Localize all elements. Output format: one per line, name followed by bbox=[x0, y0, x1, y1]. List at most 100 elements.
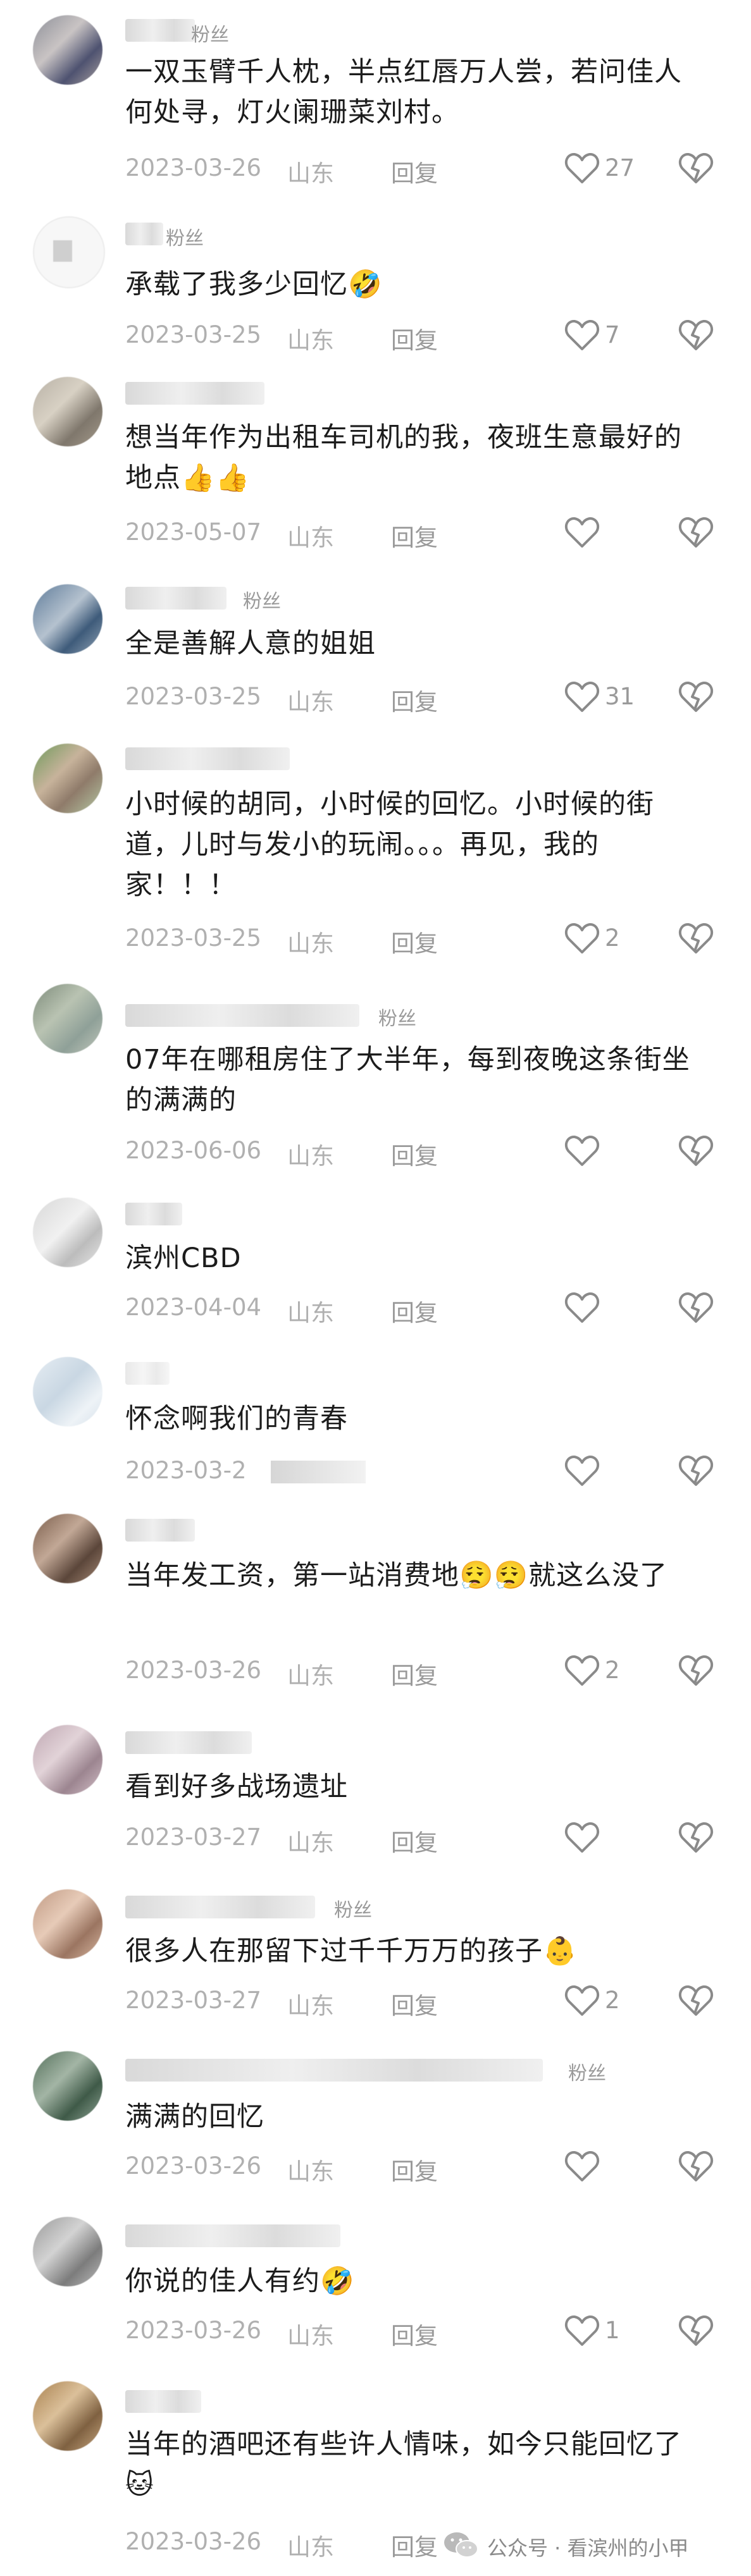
heart-outline-icon[interactable] bbox=[564, 516, 600, 549]
comment-text: 想当年作为出租车司机的我，夜班生意最好的地点👍👍 bbox=[125, 422, 682, 494]
avatar[interactable] bbox=[33, 216, 105, 288]
comment-text: 一双玉臂千人枕，半点红唇万人尝，若问佳人何处寻，灯火阑珊菜刘村。 bbox=[125, 56, 682, 128]
comment-location: 山东 bbox=[287, 2322, 334, 2350]
reply-button[interactable]: 回复 bbox=[391, 154, 438, 188]
reply-button[interactable]: 回复 bbox=[391, 2317, 438, 2351]
avatar[interactable] bbox=[33, 744, 102, 813]
username-blurred[interactable] bbox=[125, 587, 227, 610]
avatar[interactable] bbox=[33, 1889, 102, 1959]
username-blurred[interactable] bbox=[125, 1896, 315, 1918]
comment-date: 2023-03-25 bbox=[125, 683, 262, 710]
broken-heart-icon[interactable] bbox=[678, 1291, 714, 1324]
heart-outline-icon[interactable] bbox=[564, 1821, 600, 1854]
reply-button[interactable]: 回复 bbox=[391, 2528, 438, 2562]
blurred-overlay bbox=[271, 1461, 366, 1483]
broken-heart-icon[interactable] bbox=[678, 319, 714, 352]
heart-outline-icon[interactable] bbox=[564, 2314, 600, 2347]
reply-button[interactable]: 回复 bbox=[391, 2152, 438, 2187]
comment-location: 山东 bbox=[287, 2158, 334, 2185]
heart-outline-icon[interactable] bbox=[564, 1454, 600, 1487]
heart-outline-icon[interactable] bbox=[564, 1291, 600, 1324]
comment-date: 2023-03-26 bbox=[125, 154, 262, 181]
avatar[interactable] bbox=[33, 1198, 102, 1267]
comment-text: 滨州CBD bbox=[125, 1242, 242, 1274]
comment-date: 2023-05-07 bbox=[125, 518, 262, 546]
comment-location: 山东 bbox=[287, 1829, 334, 1856]
comment-meta: 2023-04-04 山东 回复 bbox=[125, 1289, 733, 1327]
avatar[interactable] bbox=[33, 2217, 102, 2286]
username-blurred[interactable] bbox=[125, 382, 264, 405]
avatar[interactable] bbox=[33, 377, 102, 446]
username-blurred[interactable] bbox=[125, 2059, 543, 2082]
avatar[interactable] bbox=[33, 984, 102, 1053]
broken-heart-icon[interactable] bbox=[678, 1134, 714, 1167]
comment-location: 山东 bbox=[287, 930, 334, 957]
username-blurred[interactable] bbox=[125, 2224, 340, 2247]
fans-badge: 粉丝 bbox=[378, 1008, 416, 1030]
comment-location: 山东 bbox=[287, 1662, 334, 1690]
comment-location: 山东 bbox=[287, 327, 334, 354]
heart-outline-icon[interactable] bbox=[564, 680, 600, 713]
username-blurred[interactable] bbox=[125, 1731, 252, 1754]
fans-badge: 粉丝 bbox=[166, 228, 204, 250]
reply-button[interactable]: 回复 bbox=[391, 1294, 438, 1328]
username-blurred[interactable] bbox=[125, 19, 195, 42]
username-blurred[interactable] bbox=[125, 1362, 170, 1385]
reply-button[interactable]: 回复 bbox=[391, 683, 438, 717]
username-blurred[interactable] bbox=[125, 2390, 201, 2413]
avatar[interactable] bbox=[33, 584, 102, 654]
broken-heart-icon[interactable] bbox=[678, 1654, 714, 1687]
username-blurred[interactable] bbox=[125, 223, 163, 245]
comment-text: 当年发工资，第一站消费地😮‍💨😮‍💨就这么没了 bbox=[125, 1560, 668, 1592]
broken-heart-icon[interactable] bbox=[678, 1454, 714, 1487]
heart-outline-icon[interactable] bbox=[564, 1134, 600, 1167]
heart-outline-icon[interactable] bbox=[564, 922, 600, 955]
heart-outline-icon[interactable] bbox=[564, 319, 600, 352]
watermark-text: 公众号 · 看滨州的小甲 bbox=[487, 2536, 689, 2560]
comment-meta: 2023-03-26 山东 回复 1 bbox=[125, 2312, 733, 2350]
heart-outline-icon[interactable] bbox=[564, 1984, 600, 2017]
avatar[interactable] bbox=[33, 2381, 102, 2451]
reply-button[interactable]: 回复 bbox=[391, 518, 438, 553]
like-count: 7 bbox=[605, 321, 620, 348]
username-blurred[interactable] bbox=[125, 1519, 195, 1542]
fans-badge: 粉丝 bbox=[334, 1899, 372, 1922]
avatar[interactable] bbox=[33, 1514, 102, 1583]
reply-button[interactable]: 回复 bbox=[391, 1824, 438, 1858]
username-blurred[interactable] bbox=[125, 1004, 359, 1027]
username-blurred[interactable] bbox=[125, 747, 290, 770]
broken-heart-icon[interactable] bbox=[678, 152, 714, 185]
comment-meta: 2023-03-25 山东 回复 31 bbox=[125, 678, 733, 716]
reply-button[interactable]: 回复 bbox=[391, 1657, 438, 1691]
comment-meta: 2023-03-26 山东 回复 bbox=[125, 2147, 733, 2185]
comment-location: 山东 bbox=[287, 689, 334, 716]
heart-outline-icon[interactable] bbox=[564, 152, 600, 185]
avatar[interactable] bbox=[33, 2051, 102, 2121]
comment-date: 2023-03-26 bbox=[125, 1657, 262, 1684]
username-blurred[interactable] bbox=[125, 1203, 182, 1225]
comment-location: 山东 bbox=[287, 1992, 334, 2020]
broken-heart-icon[interactable] bbox=[678, 2150, 714, 2183]
comment-date: 2023-03-27 bbox=[125, 1987, 262, 2014]
comment-text: 看到好多战场遗址 bbox=[125, 1771, 348, 1803]
broken-heart-icon[interactable] bbox=[678, 680, 714, 713]
broken-heart-icon[interactable] bbox=[678, 516, 714, 549]
avatar[interactable] bbox=[33, 15, 102, 85]
heart-outline-icon[interactable] bbox=[564, 2150, 600, 2183]
broken-heart-icon[interactable] bbox=[678, 1821, 714, 1854]
heart-outline-icon[interactable] bbox=[564, 1654, 600, 1687]
reply-button[interactable]: 回复 bbox=[391, 1137, 438, 1171]
reply-button[interactable]: 回复 bbox=[391, 321, 438, 355]
comment-text: 当年的酒吧还有些许人情味，如今只能回忆了🐱 bbox=[125, 2429, 682, 2501]
comment-meta: 2023-03-25 山东 回复 7 bbox=[125, 316, 733, 354]
comment-text: 07年在哪租房住了大半年，每到夜晚这条街坐的满满的 bbox=[125, 1044, 690, 1116]
avatar[interactable] bbox=[33, 1725, 102, 1794]
like-count: 2 bbox=[605, 1987, 620, 2014]
broken-heart-icon[interactable] bbox=[678, 2314, 714, 2347]
broken-heart-icon[interactable] bbox=[678, 922, 714, 955]
avatar[interactable] bbox=[33, 1357, 102, 1426]
reply-button[interactable]: 回复 bbox=[391, 1987, 438, 2021]
reply-button[interactable]: 回复 bbox=[391, 924, 438, 959]
broken-heart-icon[interactable] bbox=[678, 1984, 714, 2017]
fans-badge: 粉丝 bbox=[568, 2063, 606, 2085]
